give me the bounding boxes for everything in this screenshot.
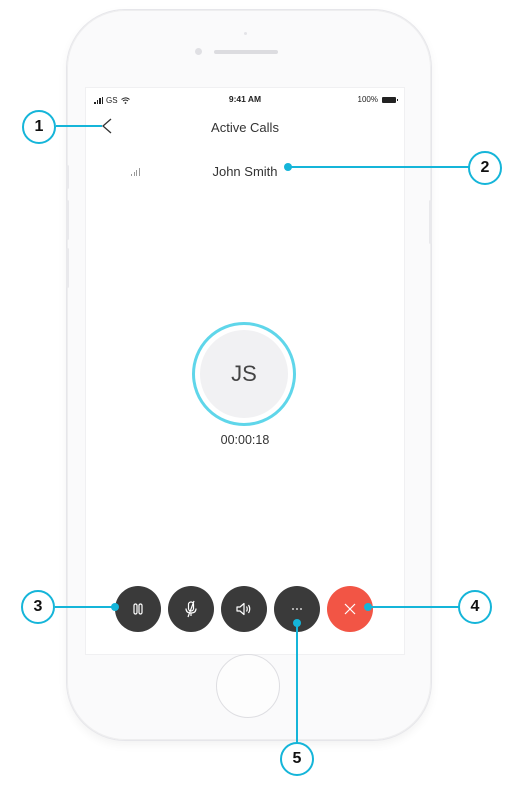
- phone-side-button: [66, 200, 69, 240]
- status-bar: GS 9:41 AM 100%: [86, 88, 404, 110]
- callout-line-1: [56, 125, 102, 127]
- callout-1: 1: [22, 110, 56, 144]
- mute-button[interactable]: [168, 586, 214, 632]
- phone-top-dot: [244, 32, 247, 35]
- battery-icon: [382, 96, 398, 103]
- callout-4: 4: [458, 590, 492, 624]
- speaker-button[interactable]: [221, 586, 267, 632]
- home-button[interactable]: [216, 654, 280, 718]
- page-title: Active Calls: [211, 120, 279, 135]
- avatar: JS: [200, 330, 288, 418]
- call-duration: 00:00:18: [220, 433, 270, 447]
- phone-side-button: [66, 165, 69, 189]
- more-icon: [292, 608, 302, 610]
- callout-5: 5: [280, 742, 314, 776]
- callout-line-3: [55, 606, 117, 608]
- callout-dot-3: [111, 603, 119, 611]
- phone-side-button: [429, 200, 432, 244]
- callout-line-2: [290, 166, 470, 168]
- front-camera: [195, 48, 202, 55]
- battery-percent: 100%: [357, 95, 378, 104]
- mic-off-icon: [185, 600, 197, 618]
- pause-icon: [133, 603, 143, 615]
- status-time: 9:41 AM: [228, 94, 262, 104]
- callout-2: 2: [468, 151, 502, 185]
- phone-side-button: [66, 248, 69, 288]
- earpiece-speaker: [214, 50, 278, 54]
- callout-line-5: [296, 625, 298, 744]
- callout-3: 3: [21, 590, 55, 624]
- speaker-icon: [236, 602, 251, 616]
- close-icon: [344, 603, 356, 615]
- callout-line-4: [370, 606, 460, 608]
- phone-screen: GS 9:41 AM 100% Active Calls John Smith …: [86, 88, 404, 654]
- hold-button[interactable]: [115, 586, 161, 632]
- status-right: 100%: [357, 95, 398, 104]
- avatar-ring: JS: [192, 322, 296, 426]
